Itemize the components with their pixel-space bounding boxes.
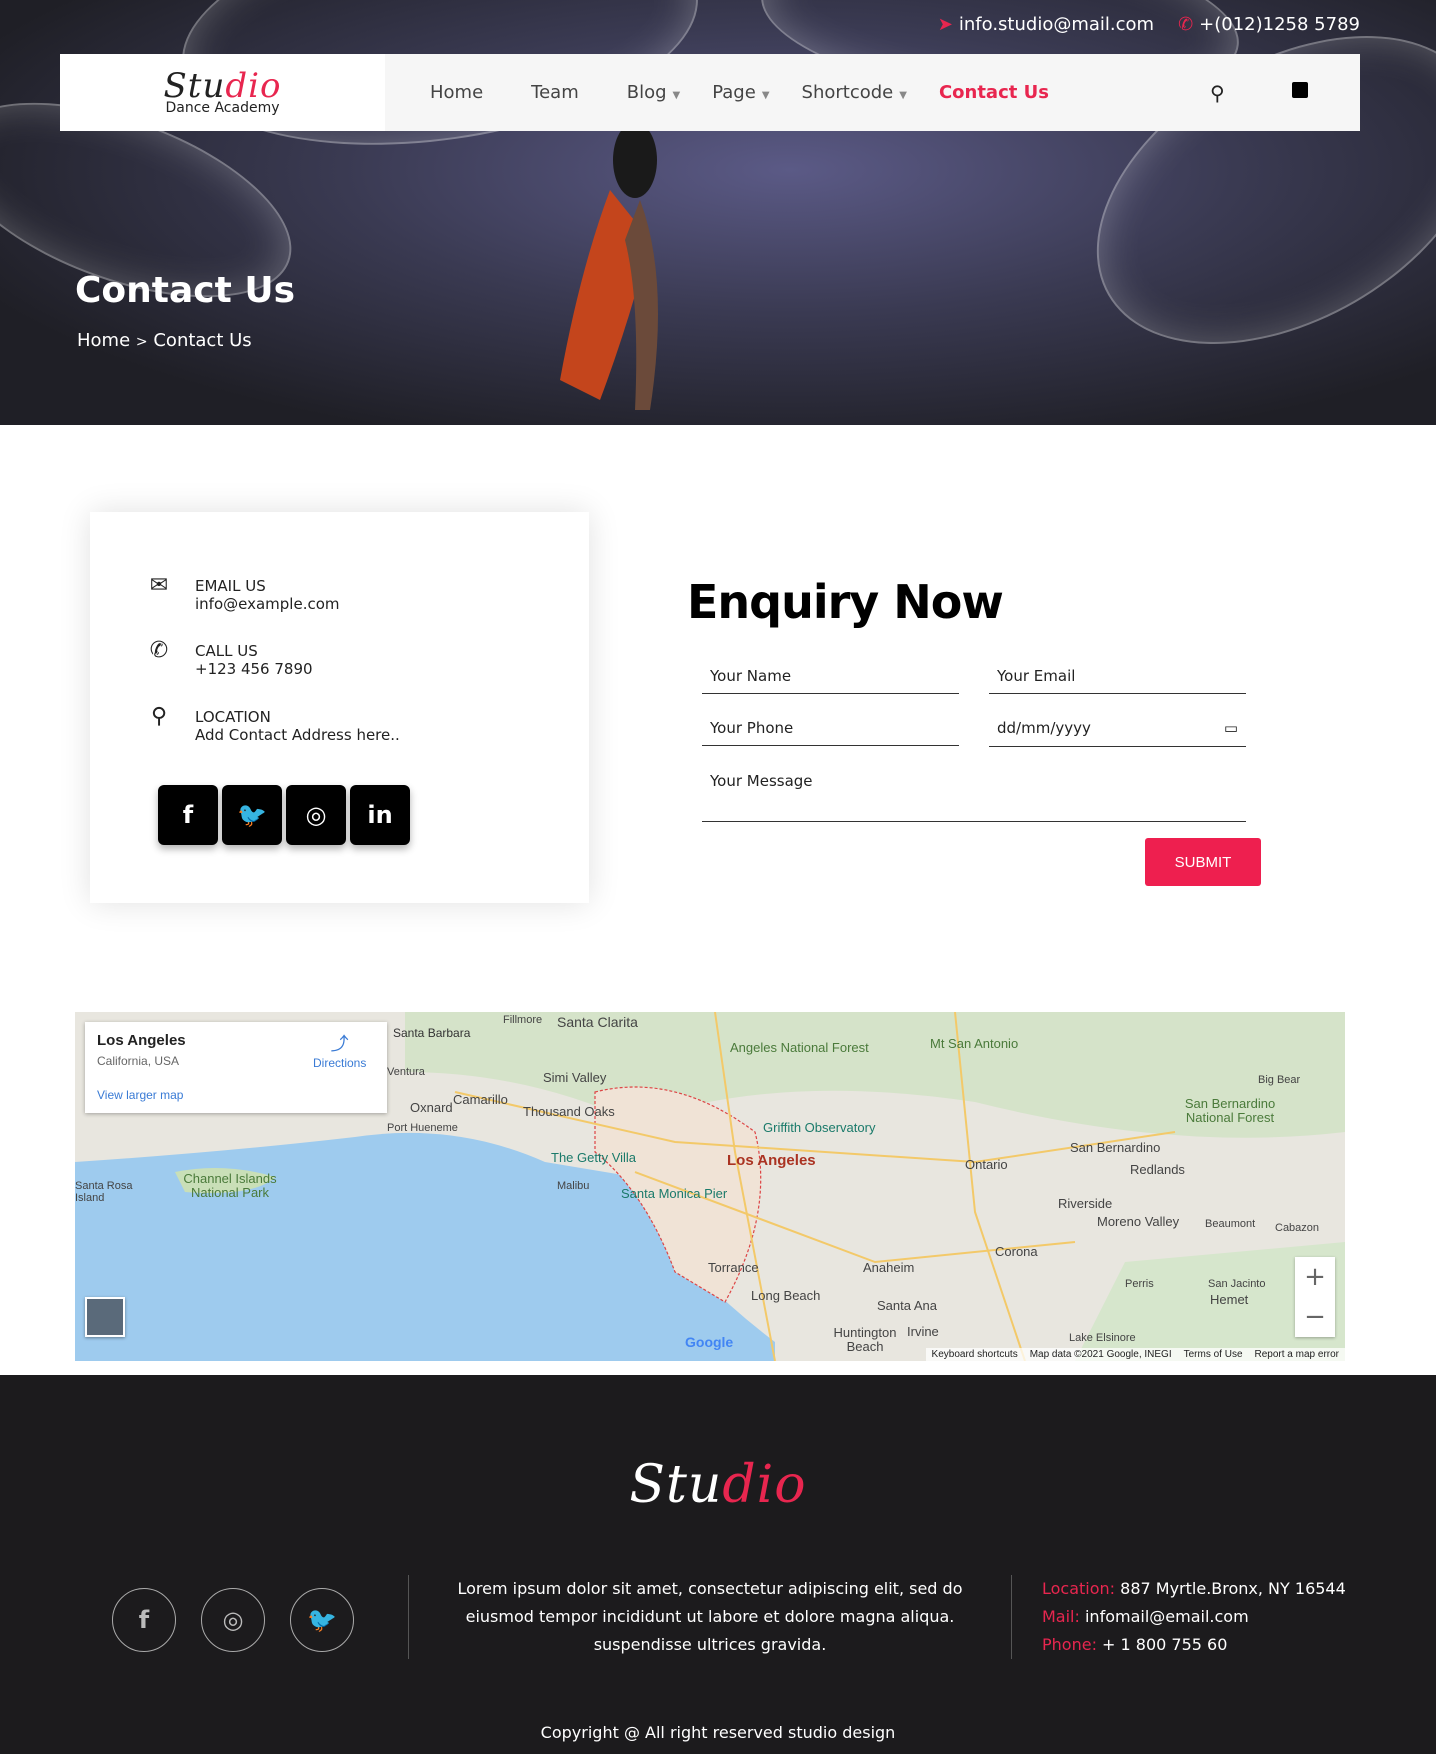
message-textarea[interactable]: Your Message <box>702 762 1246 822</box>
chevron-down-icon: ▼ <box>761 90 770 101</box>
divider <box>408 1575 409 1659</box>
twitter-icon[interactable]: 🐦 <box>290 1588 354 1652</box>
divider <box>1011 1575 1012 1659</box>
google-map[interactable]: Santa Clarita Angeles National Forest Mt… <box>75 1012 1345 1361</box>
contact-email[interactable]: info@example.com <box>195 595 340 613</box>
top-email[interactable]: info.studio@mail.com <box>959 14 1154 35</box>
top-phone[interactable]: +(012)1258 5789 <box>1199 14 1360 35</box>
phone-icon: ✆ <box>149 638 169 663</box>
breadcrumb-current: Contact Us <box>153 330 252 351</box>
zoom-out-button[interactable]: − <box>1295 1297 1335 1337</box>
nav-home[interactable]: Home <box>430 82 483 103</box>
map-attribution: Keyboard shortcuts Map data ©2021 Google,… <box>925 1348 1345 1361</box>
facebook-icon[interactable]: f <box>158 785 218 845</box>
enquiry-title: Enquiry Now <box>687 575 1004 629</box>
search-icon[interactable]: ⚲ <box>1210 81 1225 105</box>
paper-plane-icon: ➤ <box>937 14 953 35</box>
logo-subtitle: Dance Academy <box>165 99 280 116</box>
phone-icon: ✆ <box>1178 14 1194 35</box>
phone-input[interactable]: Your Phone <box>702 710 959 746</box>
facebook-icon[interactable]: f <box>112 1588 176 1652</box>
footer-contact: Location: 887 Myrtle.Bronx, NY 16544 Mai… <box>1042 1579 1346 1654</box>
contact-address: Add Contact Address here.. <box>195 726 400 744</box>
name-input[interactable]: Your Name <box>702 658 959 694</box>
nav-page[interactable]: Page ▼ <box>712 82 769 103</box>
breadcrumb-home[interactable]: Home <box>77 330 130 351</box>
linkedin-icon[interactable]: in <box>350 785 410 845</box>
footer: Studio f ◎ 🐦 Lorem ipsum dolor sit amet,… <box>0 1375 1436 1754</box>
main-navbar: Studio Dance Academy Home Team Blog ▼ Pag… <box>60 54 1360 131</box>
twitter-icon[interactable]: 🐦 <box>222 785 282 845</box>
date-input[interactable]: dd/mm/yyyy ▭ <box>989 710 1246 747</box>
email-input[interactable]: Your Email <box>989 658 1246 694</box>
footer-description: Lorem ipsum dolor sit amet, consectetur … <box>457 1579 963 1654</box>
contact-phone[interactable]: +123 456 7890 <box>195 660 313 678</box>
nav-contact-us[interactable]: Contact Us <box>939 82 1049 103</box>
map-label-santa-barbara: Santa Barbara <box>393 1026 471 1040</box>
calendar-icon[interactable]: ▭ <box>1224 719 1238 737</box>
nav-shortcode[interactable]: Shortcode ▼ <box>802 82 907 103</box>
map-marker-icon: ⚲ <box>150 704 168 729</box>
zoom-in-button[interactable]: + <box>1295 1257 1335 1297</box>
chevron-down-icon: ▼ <box>672 90 681 101</box>
satellite-toggle[interactable] <box>85 1297 125 1337</box>
footer-mail[interactable]: infomail@email.com <box>1085 1607 1249 1626</box>
top-contact-bar: ➤ info.studio@mail.com ✆ +(012)1258 5789 <box>938 14 1360 35</box>
dancer-image <box>560 122 658 410</box>
hero-banner: ➤ info.studio@mail.com ✆ +(012)1258 5789 S… <box>0 0 1436 425</box>
nav-team[interactable]: Team <box>531 82 579 103</box>
instagram-icon[interactable]: ◎ <box>286 785 346 845</box>
directions-button[interactable]: ⤴ Directions <box>313 1030 366 1070</box>
footer-logo[interactable]: Studio <box>0 1457 1436 1513</box>
map-place-card: Los Angeles California, USA View larger … <box>85 1022 387 1113</box>
google-logo: Google <box>685 1334 734 1350</box>
breadcrumb: Home > Contact Us <box>77 330 252 351</box>
contact-info-card: ✉ EMAIL US info@example.com ✆ CALL US +123 4… <box>90 512 589 903</box>
shopping-bag-icon[interactable] <box>1292 82 1308 98</box>
nav-blog[interactable]: Blog ▼ <box>627 82 681 103</box>
view-larger-map-link[interactable]: View larger map <box>97 1088 183 1102</box>
submit-button[interactable]: SUBMIT <box>1145 838 1261 886</box>
envelope-icon: ✉ <box>149 573 169 598</box>
copyright: Copyright @ All right reserved studio de… <box>540 1723 896 1742</box>
directions-icon: ⤴ <box>330 1034 349 1054</box>
instagram-icon[interactable]: ◎ <box>201 1588 265 1652</box>
logo[interactable]: Studio Dance Academy <box>60 54 385 131</box>
zoom-controls: + − <box>1295 1257 1335 1337</box>
chevron-down-icon: ▼ <box>899 90 907 101</box>
page-title: Contact Us <box>75 270 296 311</box>
